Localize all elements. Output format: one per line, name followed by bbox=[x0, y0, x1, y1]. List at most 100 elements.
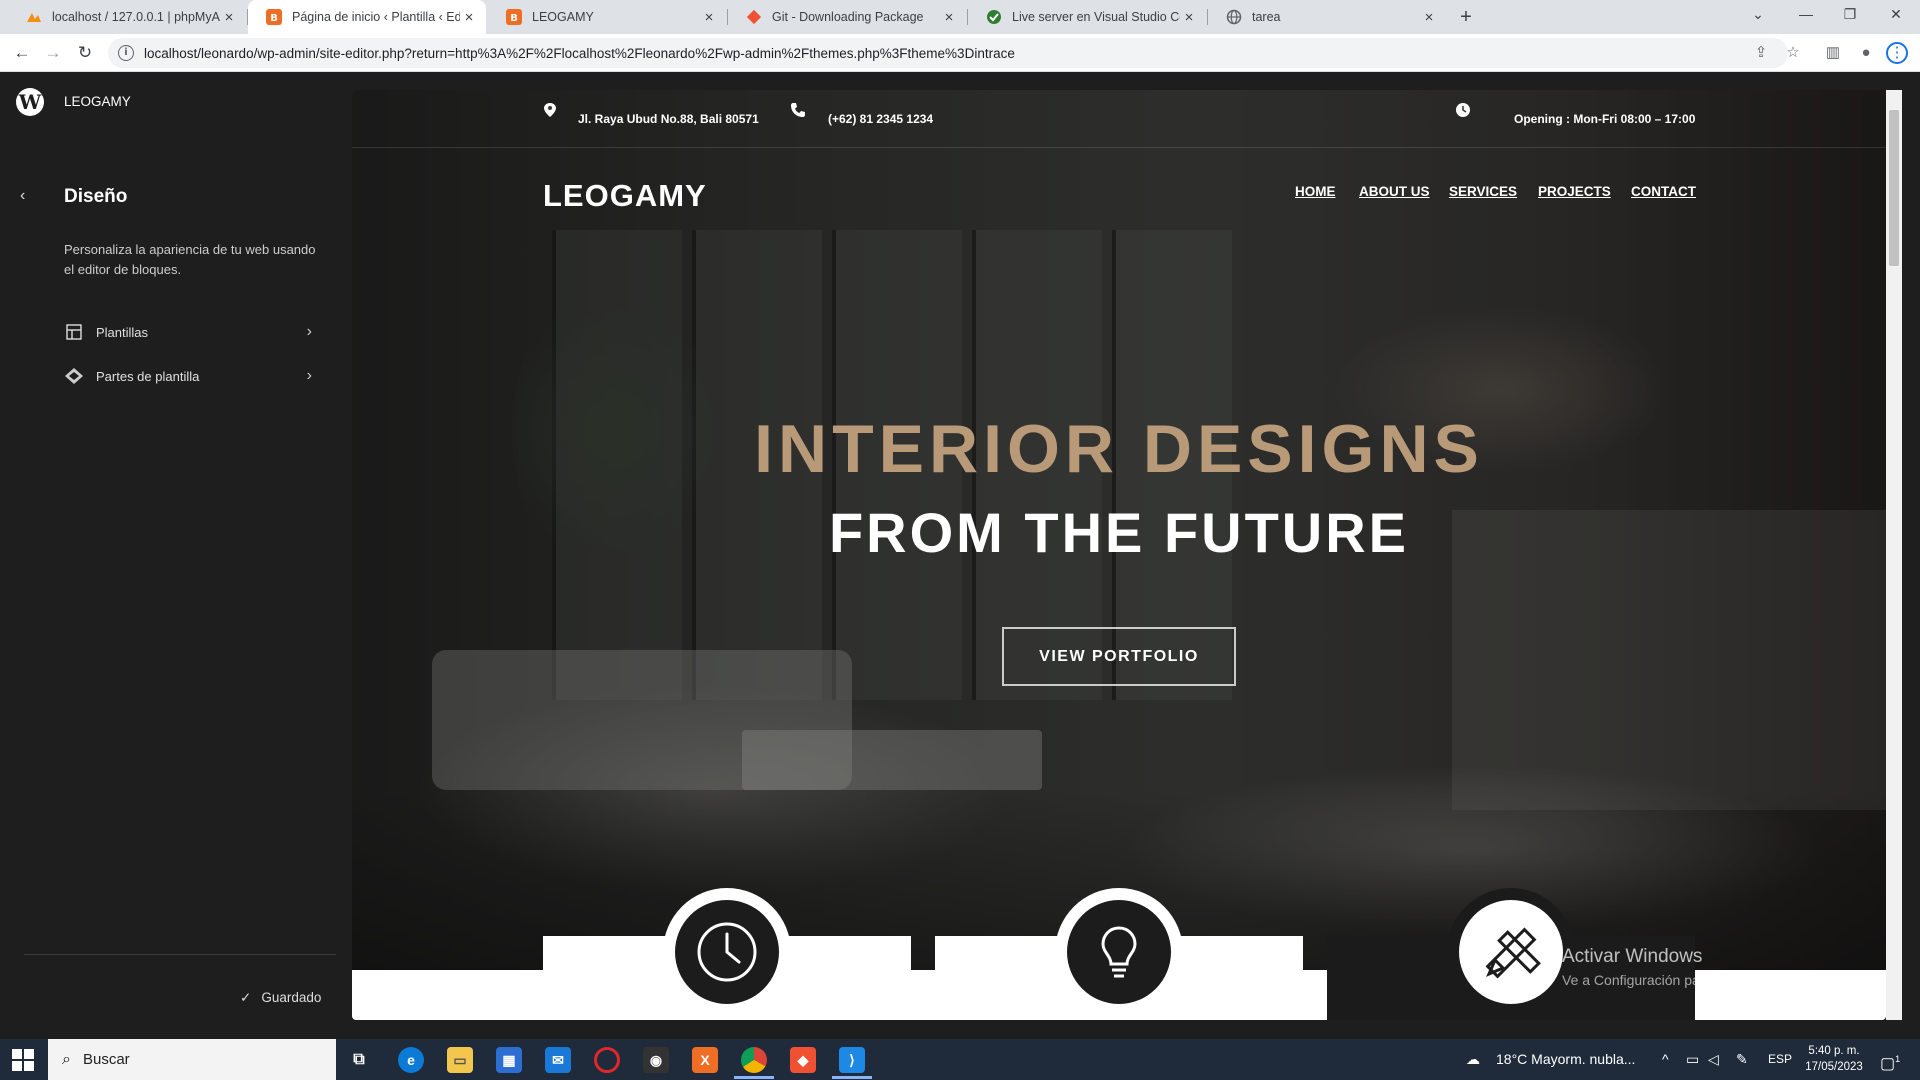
site-preview-canvas[interactable]: Jl. Raya Ubud No.88, Bali 80571 (+62) 81… bbox=[352, 90, 1886, 1020]
contact-address: Jl. Raya Ubud No.88, Bali 80571 bbox=[578, 112, 759, 126]
browser-tab[interactable]: Git - Downloading Package × bbox=[728, 0, 966, 34]
tab-search-icon[interactable]: ⌄ bbox=[1738, 0, 1778, 30]
save-status: ✓ Guardado bbox=[240, 990, 321, 1006]
weather-cloud-icon[interactable]: ☁ bbox=[1466, 1039, 1480, 1080]
search-placeholder: Buscar bbox=[82, 1051, 130, 1068]
search-icon: ⌕ bbox=[62, 1050, 71, 1068]
close-tab-icon[interactable]: × bbox=[220, 9, 238, 26]
share-icon[interactable]: ⇪ bbox=[1750, 42, 1772, 64]
tab-title: Página de inicio ‹ Plantilla ‹ Editor bbox=[292, 10, 460, 24]
browser-tab[interactable]: B LEOGAMY × bbox=[488, 0, 726, 34]
reload-icon[interactable]: ↻ bbox=[73, 41, 97, 65]
nav-contact-link[interactable]: CONTACT bbox=[1631, 184, 1696, 199]
github-desktop-icon[interactable]: ◉ bbox=[643, 1047, 669, 1073]
wp-site-editor-sidebar: W LEOGAMY ‹ Diseño Personaliza la aparie… bbox=[0, 72, 352, 1039]
chrome-browser-icon[interactable] bbox=[741, 1047, 767, 1073]
bookmark-star-icon[interactable]: ☆ bbox=[1782, 42, 1804, 64]
site-title[interactable]: LEOGAMY bbox=[64, 94, 131, 109]
view-portfolio-button[interactable]: VIEW PORTFOLIO bbox=[1002, 627, 1236, 686]
globe-icon bbox=[1226, 9, 1242, 25]
pencil-ruler-icon bbox=[1459, 900, 1563, 1004]
taskbar-clock[interactable]: 5:40 p. m. 17/05/2023 bbox=[1796, 1043, 1872, 1075]
sidebar-item-label: Partes de plantilla bbox=[96, 368, 200, 384]
taskbar-search-box[interactable]: ⌕ Buscar bbox=[48, 1039, 336, 1080]
chrome-menu-icon[interactable]: ⋮ bbox=[1886, 42, 1908, 64]
layout-icon bbox=[64, 322, 84, 342]
browser-tab-strip: localhost / 127.0.0.1 | phpMyAdmin × B P… bbox=[0, 0, 1920, 34]
close-tab-icon[interactable]: × bbox=[1180, 9, 1198, 26]
contact-topbar: Jl. Raya Ubud No.88, Bali 80571 (+62) 81… bbox=[352, 90, 1886, 148]
activate-windows-subtitle: Ve a Configuración para activar Windows. bbox=[1562, 972, 1822, 988]
site-brand-logo[interactable]: LEOGAMY bbox=[543, 178, 707, 214]
chevron-left-icon[interactable]: ‹ bbox=[20, 187, 40, 207]
close-tab-icon[interactable]: × bbox=[940, 9, 958, 26]
git-icon bbox=[746, 9, 762, 25]
profile-avatar-icon[interactable]: ● bbox=[1855, 42, 1877, 64]
microsoft-store-icon[interactable]: ▦ bbox=[496, 1047, 522, 1073]
close-tab-icon[interactable]: × bbox=[1420, 9, 1438, 26]
edge-browser-icon[interactable]: e bbox=[398, 1047, 424, 1073]
back-icon[interactable]: ← bbox=[10, 41, 34, 65]
panel-title: Diseño bbox=[64, 186, 128, 207]
panel-description: Personaliza la apariencia de tu web usan… bbox=[64, 242, 316, 277]
side-panel-icon[interactable]: ▥ bbox=[1822, 42, 1844, 64]
nav-services-link[interactable]: SERVICES bbox=[1449, 184, 1517, 199]
pen-icon[interactable]: ✎ bbox=[1736, 1039, 1748, 1080]
lightbulb-icon bbox=[1067, 900, 1171, 1004]
hero-subheading: FROM THE FUTURE bbox=[828, 501, 1410, 564]
tab-title: LEOGAMY bbox=[532, 10, 594, 24]
sidebar-item-label: Plantillas bbox=[96, 324, 149, 340]
browser-tab[interactable]: Live server en Visual Studio Code × bbox=[968, 0, 1206, 34]
nav-home-link[interactable]: HOME bbox=[1295, 184, 1336, 199]
close-tab-icon[interactable]: × bbox=[700, 9, 718, 26]
volume-icon[interactable]: ◁ bbox=[1708, 1039, 1719, 1080]
clock-time: 5:40 p. m. bbox=[1808, 1045, 1860, 1057]
nav-about-link[interactable]: ABOUT US bbox=[1359, 184, 1430, 199]
notification-count: 1 bbox=[1895, 1054, 1901, 1064]
address-bar[interactable]: i localhost/leonardo/wp-admin/site-edito… bbox=[108, 38, 1788, 68]
xampp-icon[interactable]: X bbox=[692, 1047, 718, 1073]
new-tab-button[interactable]: + bbox=[1454, 5, 1478, 29]
sidebar-item-partes-de-plantilla[interactable]: Partes de plantilla › bbox=[64, 362, 312, 390]
site-info-icon[interactable]: i bbox=[118, 45, 134, 61]
git-gui-icon[interactable]: ◆ bbox=[790, 1047, 816, 1073]
show-hidden-icons-chevron-icon[interactable]: ^ bbox=[1662, 1039, 1669, 1080]
weather-widget[interactable]: 18°C Mayorm. nubla... bbox=[1496, 1039, 1635, 1080]
active-app-indicator bbox=[832, 1076, 872, 1079]
close-window-button[interactable]: ✕ bbox=[1876, 0, 1916, 30]
preview-scrollbar[interactable] bbox=[1886, 90, 1902, 1020]
task-view-icon[interactable]: ⧉ bbox=[346, 1047, 372, 1073]
chevron-right-icon: › bbox=[306, 367, 312, 384]
browser-toolbar: ← → ↻ i localhost/leonardo/wp-admin/site… bbox=[0, 34, 1920, 72]
network-icon[interactable]: ▭ bbox=[1686, 1039, 1699, 1080]
opera-browser-icon[interactable] bbox=[594, 1047, 620, 1073]
vscode-icon[interactable]: ⟩ bbox=[839, 1047, 865, 1073]
file-explorer-icon[interactable]: ▭ bbox=[447, 1047, 473, 1073]
windows-start-icon[interactable] bbox=[12, 1049, 34, 1071]
chevron-right-icon: › bbox=[306, 323, 312, 340]
wordpress-site-icon: B bbox=[506, 9, 522, 25]
wordpress-site-icon: B bbox=[266, 9, 282, 25]
forward-icon[interactable]: → bbox=[41, 41, 65, 65]
close-tab-icon[interactable]: × bbox=[460, 9, 478, 26]
nav-projects-link[interactable]: PROJECTS bbox=[1538, 184, 1611, 199]
tab-title: Git - Downloading Package bbox=[772, 10, 924, 24]
notification-center-icon[interactable]: ▢1 bbox=[1880, 1039, 1900, 1080]
input-language[interactable]: ESP bbox=[1768, 1039, 1792, 1080]
wordpress-logo-icon[interactable]: W bbox=[16, 88, 44, 116]
screen: localhost / 127.0.0.1 | phpMyAdmin × B P… bbox=[0, 0, 1920, 1080]
scrollbar-thumb[interactable] bbox=[1889, 110, 1899, 266]
tab-title: localhost / 127.0.0.1 | phpMyAdmin bbox=[52, 10, 220, 24]
browser-tab[interactable]: localhost / 127.0.0.1 | phpMyAdmin × bbox=[8, 0, 246, 34]
restore-button[interactable]: ❐ bbox=[1830, 0, 1870, 30]
browser-tab[interactable]: tarea × bbox=[1208, 0, 1446, 34]
phone-icon bbox=[790, 102, 806, 118]
browser-tab-active[interactable]: B Página de inicio ‹ Plantilla ‹ Editor … bbox=[248, 0, 486, 34]
opening-hours: Opening : Mon-Fri 08:00 – 17:00 bbox=[1514, 112, 1696, 126]
minimize-button[interactable]: — bbox=[1786, 0, 1826, 30]
mail-icon[interactable]: ✉ bbox=[545, 1047, 571, 1073]
sidebar-item-plantillas[interactable]: Plantillas › bbox=[64, 318, 312, 346]
tab-title: Live server en Visual Studio Code bbox=[1012, 10, 1180, 24]
svg-text:B: B bbox=[510, 13, 518, 24]
feature-icon-badge bbox=[663, 888, 791, 1016]
